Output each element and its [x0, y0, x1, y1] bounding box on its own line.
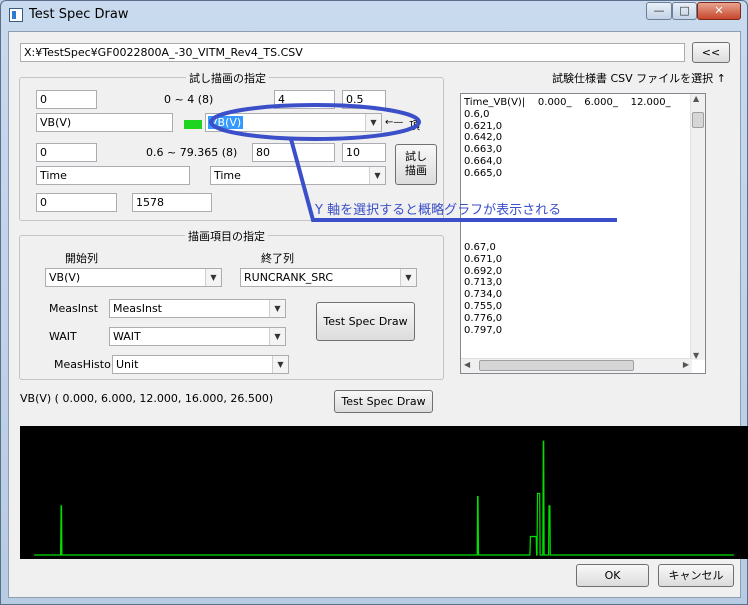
minimize-button[interactable]: — [646, 2, 672, 20]
maximize-button[interactable]: □ [672, 2, 697, 20]
title-bar[interactable]: Test Spec Draw — □ ✕ [1, 1, 747, 31]
client-area: X:¥TestSpec¥GF0022800A_-30_VITM_Rev4_TS.… [8, 31, 748, 598]
annotation-overlay [209, 103, 617, 222]
app-window: Test Spec Draw — □ ✕ X:¥TestSpec¥GF00228… [0, 0, 748, 605]
window-title: Test Spec Draw [29, 7, 129, 22]
app-icon [9, 8, 23, 22]
close-button[interactable]: ✕ [697, 2, 741, 20]
annotation-text: Y 軸を選択すると概略グラフが表示される [315, 203, 562, 218]
annotation-ellipse [209, 103, 421, 141]
